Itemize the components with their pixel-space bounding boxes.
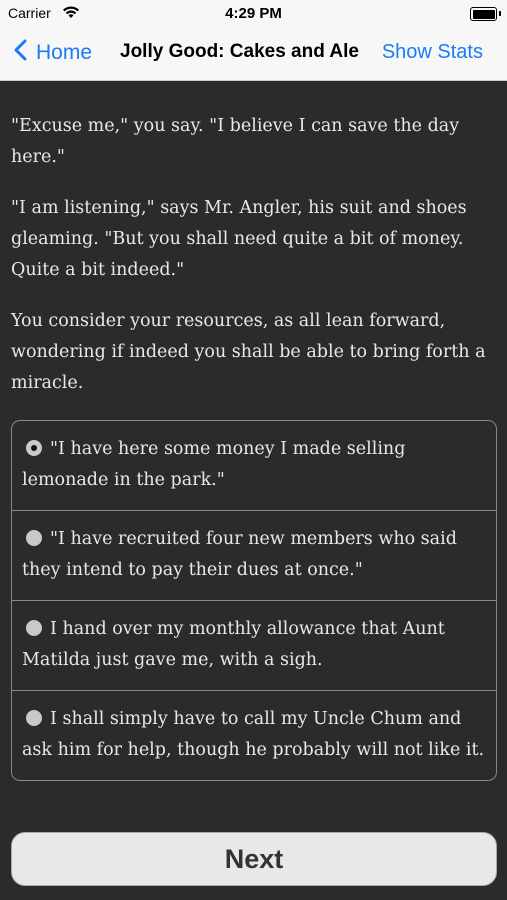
story-paragraph: You consider your resources, as all lean…: [11, 311, 486, 393]
choice-option-2[interactable]: "I have recruited four new members who s…: [12, 510, 496, 600]
navigation-bar: Home Jolly Good: Cakes and Ale Show Stat…: [0, 28, 507, 81]
radio-icon[interactable]: [26, 710, 42, 726]
choice-list: "I have here some money I made selling l…: [11, 420, 497, 781]
choice-label: "I have here some money I made selling l…: [22, 439, 406, 490]
battery-icon: [470, 7, 501, 21]
choice-label: I shall simply have to call my Uncle Chu…: [22, 709, 485, 760]
choice-option-1[interactable]: "I have here some money I made selling l…: [12, 421, 496, 510]
back-button[interactable]: Home: [14, 39, 92, 66]
back-label: Home: [36, 40, 93, 64]
story-paragraph: "Excuse me," you say. "I believe I can s…: [11, 116, 460, 167]
choice-option-3[interactable]: I hand over my monthly allowance that Au…: [12, 600, 496, 690]
show-stats-button[interactable]: Show Stats: [382, 41, 483, 64]
radio-selected-icon[interactable]: [26, 440, 42, 456]
status-bar: Carrier 4:29 PM: [0, 0, 507, 28]
choice-label: I hand over my monthly allowance that Au…: [22, 619, 445, 670]
next-button[interactable]: Next: [11, 832, 497, 886]
clock: 4:29 PM: [225, 5, 282, 22]
chevron-left-icon: [14, 39, 27, 66]
story-paragraph: "I am listening," says Mr. Angler, his s…: [11, 198, 467, 280]
story-text: "Excuse me," you say. "I believe I can s…: [11, 80, 497, 419]
choice-label: "I have recruited four new members who s…: [22, 529, 457, 580]
choice-option-4[interactable]: I shall simply have to call my Uncle Chu…: [12, 690, 496, 780]
radio-icon[interactable]: [26, 620, 42, 636]
radio-icon[interactable]: [26, 530, 42, 546]
page-title: Jolly Good: Cakes and Ale: [120, 41, 359, 62]
